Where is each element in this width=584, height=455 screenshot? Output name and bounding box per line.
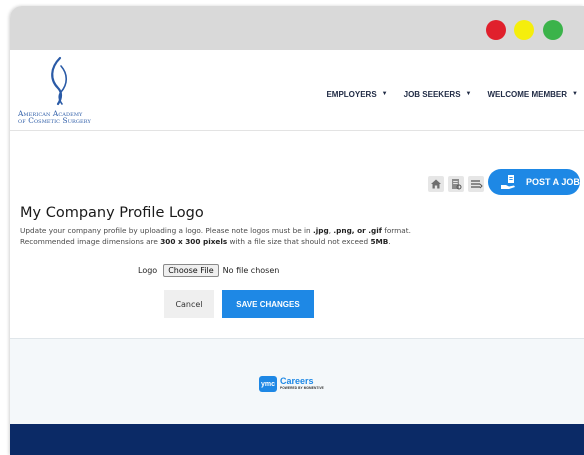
nav-employers-label: EMPLOYERS [326,89,377,99]
ymc-brand: Careers [280,376,314,386]
close-window-button[interactable] [486,20,506,40]
nav-employers[interactable]: EMPLOYERS ▼ [326,87,387,101]
nav-welcome-member[interactable]: WELCOME MEMBER ▼ [487,87,578,101]
separator-or: , or [351,226,369,235]
home-icon[interactable] [428,176,444,192]
format-png: .png [333,226,352,235]
maximize-window-button[interactable] [543,20,563,40]
instructions-text-end: format. [381,226,411,235]
chevron-down-icon: ▼ [572,91,578,97]
post-a-job-label: POST A JOB [526,177,580,187]
post-a-job-button[interactable]: POST A JOB [488,169,580,195]
instructions-line-2: Recommended image dimensions are 300 x 3… [20,237,580,248]
format-jpg: .jpg [313,226,329,235]
logo-label: Logo [138,265,158,275]
ymc-powered-by: POWERED BY MOMENTIVE [280,386,324,390]
logo-upload-field: Logo Choose File No file chosen [138,263,279,277]
recommended-dimensions: 300 x 300 pixels [160,236,228,246]
site-header: American Academy of Cosmetic Surgery EMP… [10,50,584,130]
report-icon[interactable] [448,176,464,192]
header-divider [10,130,584,131]
nav-job-seekers-label: JOB SEEKERS [403,89,461,99]
instructions-text: Update your company profile by uploading… [20,226,313,235]
max-file-size: 5MB [370,236,389,246]
save-changes-button[interactable]: SAVE CHANGES [222,290,314,318]
dimensions-text: Recommended image dimensions are [20,236,161,246]
file-size-text: with a file size that should not exceed [227,236,371,246]
chevron-down-icon: ▼ [381,91,388,97]
cancel-button[interactable]: Cancel [164,290,214,318]
bottom-bar [10,424,584,455]
ymc-careers-logo[interactable]: ymc Careers POWERED BY MOMENTIVE [259,375,324,393]
page-title: My Company Profile Logo [20,205,204,221]
choose-file-button[interactable]: Choose File [163,263,219,277]
flame-logo-icon [51,56,68,106]
site-footer: ymc Careers POWERED BY MOMENTIVE [10,338,584,424]
logo-text: American Academy of Cosmetic Surgery [18,110,128,124]
minimize-window-button[interactable] [514,20,534,40]
logo-line-2: of Cosmetic Surgery [18,116,91,125]
browser-window: American Academy of Cosmetic Surgery EMP… [10,6,584,455]
instructions-line-1: Update your company profile by uploading… [20,226,580,237]
nav-job-seekers[interactable]: JOB SEEKERS ▼ [404,87,472,101]
main-nav: EMPLOYERS ▼ JOB SEEKERS ▼ WELCOME MEMBER… [326,87,584,101]
ymc-text: Careers POWERED BY MOMENTIVE [280,377,324,391]
upload-instructions: Update your company profile by uploading… [20,226,580,247]
format-gif: .gif [368,226,382,235]
nav-welcome-member-label: WELCOME MEMBER [487,89,568,99]
file-status: No file chosen [222,265,280,275]
stack-icon[interactable] [468,176,484,192]
period: . [388,236,391,246]
window-titlebar [10,6,584,50]
post-job-icon [501,175,515,189]
ymc-badge: ymc [259,376,277,392]
chevron-down-icon: ▼ [465,91,472,97]
